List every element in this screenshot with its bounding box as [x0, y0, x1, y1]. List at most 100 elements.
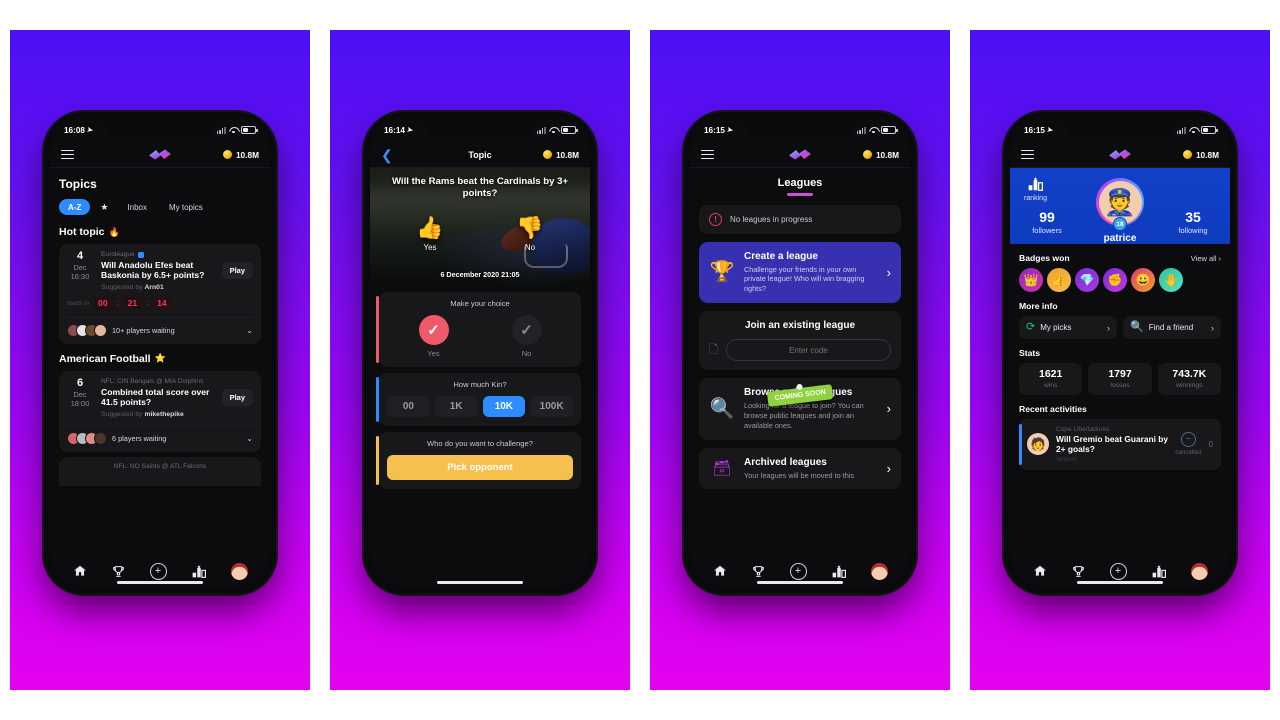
amount-option-10k[interactable]: 10K [482, 396, 526, 417]
waiting-avatars [67, 431, 107, 445]
section-title: Hot topic [59, 226, 105, 238]
tab-my-topics[interactable]: My topics [160, 199, 212, 215]
play-button[interactable]: Play [221, 389, 253, 407]
coin-balance-4[interactable]: 10.8M [1182, 150, 1219, 160]
hamburger-icon[interactable] [1021, 149, 1034, 160]
hero-choice-no[interactable]: 👎 No [516, 217, 543, 253]
my-picks-label: My picks [1040, 323, 1072, 332]
battery-icon [561, 126, 578, 134]
view-all-badges[interactable]: View all › [1191, 254, 1221, 263]
recent-title: Recent activities [1019, 403, 1087, 414]
amount-option-00[interactable]: 00 [387, 396, 430, 417]
play-button[interactable]: Play [221, 262, 253, 280]
suggested-by[interactable]: Arn01 [144, 284, 163, 291]
coin-balance-1[interactable]: 10.8M [222, 150, 259, 160]
hand-badge[interactable]: 🤚 [1159, 268, 1183, 292]
followers-block[interactable]: 99 followers [1020, 210, 1074, 235]
topic-question: Will Anadolu Efes beat Baskonia by 6.5+ … [101, 260, 205, 281]
profile-header: ranking 👮 18 patrice 99 followers 35 fol… [1010, 168, 1230, 244]
home-icon[interactable] [73, 564, 87, 578]
avatar-icon[interactable] [1190, 562, 1208, 580]
plus-icon[interactable]: + [149, 562, 167, 580]
create-league-title: Create a league [744, 250, 818, 262]
topic-league-text: NFL: NO Saints @ ATL Falcons [113, 462, 207, 470]
hero-choice-yes[interactable]: 👍 Yes [416, 217, 443, 253]
topic-waiting-row[interactable]: 10+ players waiting ⌄ [67, 316, 253, 337]
home-icon[interactable] [713, 564, 727, 578]
suggested-by[interactable]: mikethepike [144, 411, 183, 418]
notch-1 [106, 118, 214, 138]
trophy-icon[interactable] [112, 565, 125, 578]
enter-code-input[interactable] [725, 339, 891, 362]
tab-favorites[interactable]: ★ [94, 198, 114, 216]
hamburger-icon[interactable] [701, 149, 714, 160]
home-icon[interactable] [1033, 564, 1047, 578]
back-chevron-icon[interactable]: ❮ [381, 148, 393, 162]
tab-inbox[interactable]: Inbox [118, 199, 156, 215]
topic-card-hot[interactable]: 4 Dec 16:30 Euroleague Will Anadolu Efes… [59, 244, 261, 344]
avatar-icon[interactable] [230, 562, 248, 580]
create-league-desc: Challenge your friends in your own priva… [744, 264, 865, 294]
kin-lightning-logo [149, 149, 171, 160]
diamond-badge[interactable]: 💎 [1075, 268, 1099, 292]
hamburger-icon[interactable] [61, 149, 74, 160]
activity-status-label: cancelled [1175, 449, 1202, 457]
plus-icon[interactable]: + [789, 562, 807, 580]
topic-card-nfl[interactable]: 6 Dec 18:00 NFL: CIN Bengals @ MIA Dolph… [59, 370, 261, 452]
choice-no[interactable]: ✓ No [511, 315, 542, 358]
fist-badge[interactable]: ✊ [1103, 268, 1127, 292]
following-block[interactable]: 35 following [1166, 210, 1220, 235]
recent-activity-item[interactable]: 🧑 Copa Libertadores Will Gremio beat Gua… [1019, 418, 1221, 471]
coin-balance-3[interactable]: 10.8M [862, 150, 899, 160]
chevron-down-icon[interactable]: ⌄ [246, 434, 253, 443]
crown-badge[interactable]: 👑 [1019, 268, 1043, 292]
archived-leagues-card[interactable]: 🗃 Archived leagues Your leagues will be … [699, 447, 901, 490]
activity-league: Copa Libertadores [1056, 425, 1110, 433]
smiley-badge[interactable]: 😀 [1131, 268, 1155, 292]
topic-waiting-row[interactable]: 6 players waiting ⌄ [67, 424, 253, 445]
ranking-block[interactable]: ranking [1024, 177, 1047, 202]
kin-lightning-logo [789, 149, 811, 160]
page-title: Topics [59, 177, 97, 191]
activity-amount: 0 [1208, 439, 1213, 449]
find-friend-card[interactable]: 🔍 Find a friend › [1123, 316, 1221, 339]
chevron-down-icon[interactable]: ⌄ [246, 326, 253, 335]
podium-icon[interactable] [192, 564, 206, 578]
hero-yes-label: Yes [423, 243, 437, 253]
join-league-row: 🗋 [709, 339, 891, 362]
plus-icon[interactable]: + [1109, 562, 1127, 580]
topic-league: Euroleague [101, 251, 214, 258]
browse-public-leagues-card[interactable]: COMING SOON 🔍 Browse public leagues Look… [699, 378, 901, 440]
topic-card-peek[interactable]: NFL: NO Saints @ ATL Falcons [59, 456, 261, 486]
coin-balance-2[interactable]: 10.8M [542, 150, 579, 160]
chevron-right-icon: › [1107, 322, 1110, 333]
countdown-seconds: 14 [152, 296, 172, 310]
amount-option-1k[interactable]: 1K [434, 396, 478, 417]
choice-yes[interactable]: ✓ Yes [418, 315, 449, 358]
trophy-icon[interactable] [752, 565, 765, 578]
app-bar-4: 10.8M [1010, 142, 1230, 168]
countdown-label: starts in [67, 299, 90, 307]
pick-opponent-button[interactable]: Pick opponent [387, 455, 573, 480]
profile-avatar[interactable]: 👮 18 [1096, 178, 1144, 231]
star-icon[interactable]: ⭐ [155, 353, 166, 364]
chevron-right-icon: › [1218, 253, 1222, 263]
my-picks-card[interactable]: ⟳ My picks › [1019, 316, 1117, 339]
join-league-card: Join an existing league 🗋 [699, 311, 901, 371]
screen-topic-detail: 16:14 ➤ ❮ Topic 10.8M Will the Rams beat… [370, 118, 590, 588]
podium-icon[interactable] [832, 564, 846, 578]
stats-row: 1621 wins 1797 losses 743.7K winnings [1019, 363, 1221, 395]
trophy-icon[interactable] [1072, 565, 1085, 578]
create-league-card[interactable]: 🏆 Create a league Challenge your friends… [699, 241, 901, 304]
topic-time: 16:30 [70, 271, 90, 281]
topic-content: Euroleague Will Anadolu Efes beat Baskon… [101, 251, 214, 291]
amount-option-100k[interactable]: 100K [530, 396, 573, 417]
podium-icon[interactable] [1152, 564, 1166, 578]
kin-lightning-logo [1109, 149, 1131, 160]
tab-a-z[interactable]: A-Z [59, 199, 91, 215]
waiting-text: 6 players waiting [112, 433, 167, 443]
thumbs-up-badge[interactable]: 👍 [1047, 268, 1071, 292]
panel-topics: 16:08 ➤ 10.8M Topics A-Z ★ Inbox My topi… [10, 30, 310, 690]
avatar-icon[interactable] [870, 562, 888, 580]
paste-code-icon[interactable]: 🗋 [709, 341, 718, 360]
